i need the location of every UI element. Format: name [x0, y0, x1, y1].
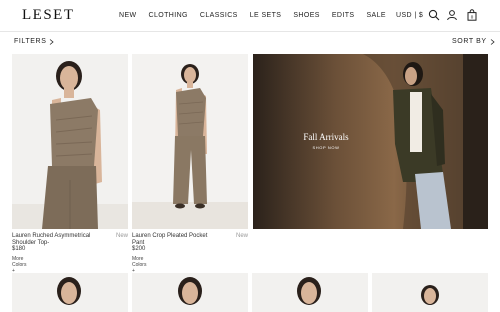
- nav-sale[interactable]: SALE: [366, 12, 386, 19]
- new-badge: New: [116, 233, 129, 239]
- sort-label: SORT BY: [452, 38, 487, 45]
- product-image[interactable]: [372, 273, 488, 312]
- product-image[interactable]: [132, 54, 248, 229]
- product-price: $180: [12, 246, 26, 252]
- currency-selector[interactable]: USD | $: [396, 12, 423, 19]
- search-icon[interactable]: [428, 9, 440, 21]
- nav-edits[interactable]: EDITS: [332, 12, 355, 19]
- product-name[interactable]: Lauren Crop Pleated Pocket Pant: [132, 233, 212, 247]
- filters-button[interactable]: FILTERS: [14, 38, 55, 45]
- bag-count: 0: [471, 15, 474, 20]
- product-image[interactable]: [12, 54, 128, 229]
- product-image[interactable]: [132, 273, 248, 312]
- new-badge: New: [236, 233, 249, 239]
- nav-le-sets[interactable]: LE SETS: [250, 12, 282, 19]
- more-colors-link[interactable]: More Colors +: [132, 256, 146, 274]
- product-image[interactable]: [252, 273, 368, 312]
- bag-icon[interactable]: 0: [466, 9, 478, 21]
- more-colors-link[interactable]: More Colors +: [12, 256, 26, 274]
- site-header: LESET NEW CLOTHING CLASSICS LE SETS SHOE…: [0, 0, 500, 32]
- chevron-right-icon: [490, 38, 495, 45]
- banner-title: Fall Arrivals: [303, 132, 349, 142]
- product-name[interactable]: Lauren Ruched Asymmetrical Shoulder Top-: [12, 233, 102, 247]
- brand-logo[interactable]: LESET: [22, 7, 75, 24]
- main-nav: NEW CLOTHING CLASSICS LE SETS SHOES EDIT…: [119, 12, 398, 19]
- nav-new[interactable]: NEW: [119, 12, 137, 19]
- nav-clothing[interactable]: CLOTHING: [149, 12, 188, 19]
- chevron-right-icon: [50, 38, 55, 45]
- product-price: $200: [132, 246, 146, 252]
- account-icon[interactable]: [446, 9, 458, 21]
- sort-button[interactable]: SORT BY: [452, 38, 495, 45]
- product-image[interactable]: [12, 273, 128, 312]
- toolbar: FILTERS SORT BY: [0, 32, 500, 52]
- nav-shoes[interactable]: SHOES: [293, 12, 320, 19]
- shop-now-link[interactable]: SHOP NOW: [253, 145, 399, 150]
- nav-classics[interactable]: CLASSICS: [200, 12, 238, 19]
- filters-label: FILTERS: [14, 38, 47, 45]
